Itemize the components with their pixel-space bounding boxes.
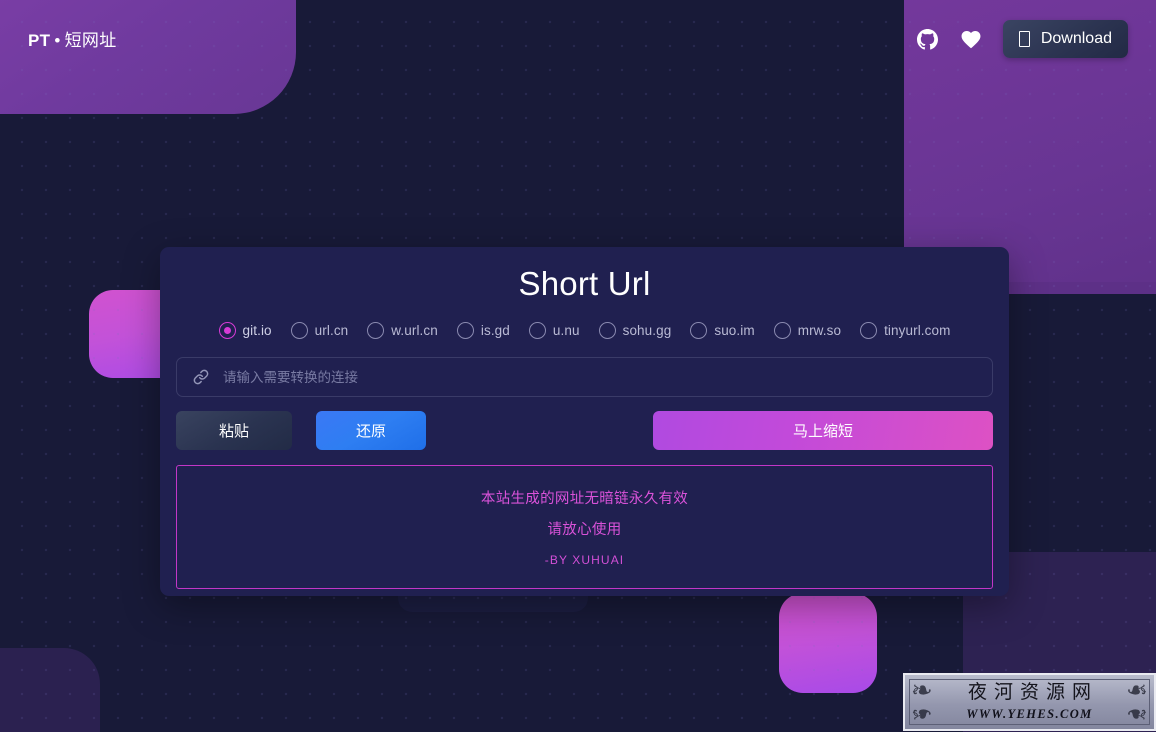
notice-line-2: 请放心使用 [547,522,622,538]
brand-logo[interactable]: PT • 短网址 [28,26,117,51]
radio-mark-icon [290,322,308,339]
brand-logo-text: 短网址 [64,31,117,50]
app-root: PT • 短网址 Download Short Url git.io url.c… [0,0,1156,732]
radio-mark-icon [528,322,546,339]
provider-option-label: w.url.cn [391,323,438,338]
short-url-card: Short Url git.io url.cn w.url.cn is.gd u… [160,247,1009,596]
brand-logo-separator: • [54,31,61,50]
watermark-inner: 夜河资源网 WWW.YEHES.COM [909,679,1150,725]
url-input[interactable] [209,358,992,396]
provider-option-url-cn[interactable]: url.cn [290,322,349,339]
shorten-button[interactable]: 马上缩短 [653,411,993,450]
github-icon[interactable] [917,28,939,50]
provider-option-label: u.nu [552,323,580,338]
watermark-site-url: WWW.YEHES.COM [966,706,1093,721]
provider-option-label: sohu.gg [622,323,672,338]
watermark: ❧ ❧ ❧ ❧ 夜河资源网 WWW.YEHES.COM [903,673,1156,731]
provider-option-label: url.cn [314,323,349,338]
link-icon [193,369,209,385]
notice-line-1: 本站生成的网址无暗链永久有效 [480,491,689,507]
provider-option-label: is.gd [480,323,510,338]
provider-radio-group: git.io url.cn w.url.cn is.gd u.nu sohu.g… [160,322,1009,339]
provider-option-is-gd[interactable]: is.gd [456,322,510,339]
radio-mark-icon [773,322,791,339]
radio-mark-icon [690,322,708,339]
provider-option-label: tinyurl.com [884,323,951,338]
provider-option-git-io[interactable]: git.io [218,322,272,339]
top-bar: PT • 短网址 Download [0,0,1156,76]
provider-option-label: mrw.so [797,323,842,338]
url-input-wrapper[interactable] [176,357,993,397]
provider-option-suo-im[interactable]: suo.im [690,322,755,339]
missing-glyph-box-icon [1018,31,1030,47]
provider-option-u-nu[interactable]: u.nu [528,322,580,339]
provider-option-label: suo.im [714,323,755,338]
notice-signature: -BY XUHUAI [544,553,625,567]
radio-mark-icon [860,322,878,339]
action-button-row: 粘贴 还原 马上缩短 [176,411,993,450]
page-title: Short Url [518,265,651,302]
watermark-site-name: 夜河资源网 [967,680,1098,703]
restore-button[interactable]: 还原 [316,411,426,450]
top-bar-actions: Download [917,20,1128,58]
decor-block-bottom-left [0,648,100,732]
download-button-label: Download [1040,30,1112,47]
decor-gradient-square-right [779,593,877,693]
download-button[interactable]: Download [1002,20,1128,58]
notice-box: 本站生成的网址无暗链永久有效 请放心使用 -BY XUHUAI [176,465,993,589]
radio-mark-icon [598,322,616,339]
provider-option-w-url-cn[interactable]: w.url.cn [367,322,438,339]
radio-mark-icon [218,322,236,339]
brand-logo-bold: PT [28,31,51,50]
provider-option-mrw-so[interactable]: mrw.so [773,322,842,339]
paste-button[interactable]: 粘贴 [176,411,292,450]
heart-icon[interactable] [960,28,982,50]
provider-option-label: git.io [242,323,272,338]
radio-mark-icon [456,322,474,339]
radio-mark-icon [367,322,385,339]
provider-option-sohu-gg[interactable]: sohu.gg [598,322,672,339]
provider-option-tinyurl-com[interactable]: tinyurl.com [860,322,950,339]
